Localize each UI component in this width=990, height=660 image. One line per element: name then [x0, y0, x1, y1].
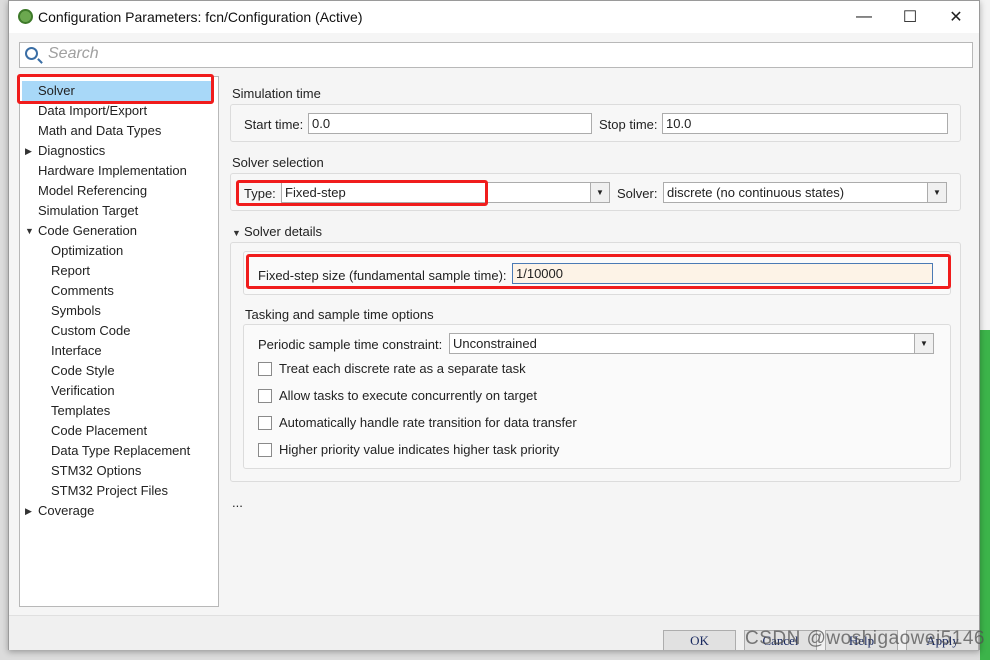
tree-item-label: STM32 Options	[51, 463, 142, 478]
constraint-dropdown-arrow-icon[interactable]: ▼	[914, 333, 934, 354]
highlight-step-size	[246, 254, 951, 289]
checkbox[interactable]	[258, 416, 272, 430]
constraint-select[interactable]: Unconstrained	[449, 333, 915, 354]
section-solver-selection: Solver selection	[232, 155, 324, 170]
window-title: Configuration Parameters: fcn/Configurat…	[38, 9, 363, 25]
tree-item[interactable]: ▶ Diagnostics	[20, 141, 218, 161]
tree-item-label: Custom Code	[51, 323, 131, 338]
checkbox[interactable]	[258, 389, 272, 403]
background-window-green	[980, 330, 990, 660]
highlight-type	[236, 180, 488, 206]
tree-item[interactable]: Data Type Replacement	[20, 441, 218, 461]
tree-item[interactable]: STM32 Options	[20, 461, 218, 481]
tree-item-label: Simulation Target	[38, 203, 139, 218]
minimize-button[interactable]: —	[841, 1, 887, 33]
tree-item-label: Diagnostics	[38, 143, 106, 158]
search-icon	[25, 47, 38, 60]
type-dropdown-arrow-icon[interactable]: ▼	[590, 182, 610, 203]
tree-item[interactable]: Custom Code	[20, 321, 218, 341]
checkbox[interactable]	[258, 362, 272, 376]
tree-item[interactable]: Interface	[20, 341, 218, 361]
tree-item-label: STM32 Project Files	[51, 483, 169, 498]
tree-item[interactable]: STM32 Project Files	[20, 481, 218, 501]
tree-item[interactable]: Model Referencing	[20, 181, 218, 201]
tree-item-label: Hardware Implementation	[38, 163, 187, 178]
tree-item[interactable]: Comments	[20, 281, 218, 301]
title-bar: Configuration Parameters: fcn/Configurat…	[9, 1, 979, 33]
tree-item-label: Code Style	[51, 363, 115, 378]
stop-time-label: Stop time:	[599, 117, 658, 132]
tree-item-label: Verification	[51, 383, 115, 398]
section-solver-details: Solver details	[244, 224, 323, 239]
solver-dropdown-arrow-icon[interactable]: ▼	[927, 182, 947, 203]
more-ellipsis: ...	[232, 495, 243, 510]
section-simulation-time: Simulation time	[232, 86, 321, 101]
config-dialog: Configuration Parameters: fcn/Configurat…	[8, 0, 980, 651]
tree-item[interactable]: Templates	[20, 401, 218, 421]
search-input[interactable]: Search	[19, 42, 973, 68]
constraint-label: Periodic sample time constraint:	[258, 337, 443, 352]
tree-item-label: Coverage	[38, 503, 95, 518]
tree-item-label: Data Type Replacement	[51, 443, 191, 458]
checkbox-label: Higher priority value indicates higher t…	[279, 442, 560, 457]
close-button[interactable]: ✕	[933, 1, 979, 33]
tree-item-label: Templates	[51, 403, 111, 418]
simulink-gear-icon	[18, 9, 33, 24]
checkbox-label: Automatically handle rate transition for…	[279, 415, 577, 430]
collapsed-arrow-icon[interactable]: ▶	[25, 141, 32, 161]
tree-item[interactable]: ▼ Code Generation	[20, 221, 218, 241]
tree-item[interactable]: Symbols	[20, 301, 218, 321]
section-tasking: Tasking and sample time options	[245, 307, 434, 322]
stop-time-input[interactable]: 10.0	[662, 113, 948, 134]
tree-item[interactable]: Code Placement	[20, 421, 218, 441]
tree-item[interactable]: Math and Data Types	[20, 121, 218, 141]
checkbox[interactable]	[258, 443, 272, 457]
solver-label: Solver:	[617, 186, 658, 201]
collapsed-arrow-icon[interactable]: ▶	[25, 501, 32, 521]
start-time-input[interactable]: 0.0	[308, 113, 592, 134]
tree-item-label: Comments	[51, 283, 114, 298]
ok-button[interactable]: OK	[663, 630, 736, 651]
tree-item-label: Interface	[51, 343, 102, 358]
checkbox-label: Allow tasks to execute concurrently on t…	[279, 388, 537, 403]
tree-item[interactable]: Simulation Target	[20, 201, 218, 221]
simulation-time-panel: Start time: 0.0 Stop time: 10.0	[230, 104, 961, 142]
tree-item-label: Code Placement	[51, 423, 148, 438]
tree-item[interactable]: Hardware Implementation	[20, 161, 218, 181]
tree-item[interactable]: Report	[20, 261, 218, 281]
search-placeholder: Search	[48, 45, 99, 62]
tree-item[interactable]: Optimization	[20, 241, 218, 261]
collapse-arrow-icon[interactable]: ▼	[232, 228, 241, 238]
tree-item[interactable]: Data Import/Export	[20, 101, 218, 121]
expanded-arrow-icon[interactable]: ▼	[25, 221, 34, 241]
tree-item-label: Symbols	[51, 303, 101, 318]
checkbox-label: Treat each discrete rate as a separate t…	[279, 361, 526, 376]
tree-item-label: Code Generation	[38, 223, 138, 238]
tree-item[interactable]: ▶ Coverage	[20, 501, 218, 521]
category-tree: Solver Data Import/Export Math and Data Ty…	[19, 76, 219, 607]
tree-item[interactable]: Code Style	[20, 361, 218, 381]
watermark: CSDN @woshigaowei5146	[745, 628, 985, 649]
tree-item[interactable]: Verification	[20, 381, 218, 401]
tree-item-label: Math and Data Types	[38, 123, 162, 138]
start-time-label: Start time:	[244, 117, 304, 132]
tree-item-label: Data Import/Export	[38, 103, 148, 118]
tree-item-label: Optimization	[51, 243, 124, 258]
tree-item-label: Model Referencing	[38, 183, 148, 198]
tasking-panel: Periodic sample time constraint: Unconst…	[243, 324, 951, 469]
solver-select[interactable]: discrete (no continuous states)	[663, 182, 928, 203]
tree-item-label: Report	[51, 263, 91, 278]
maximize-button[interactable]: ☐	[887, 1, 933, 33]
highlight-solver	[17, 74, 214, 104]
